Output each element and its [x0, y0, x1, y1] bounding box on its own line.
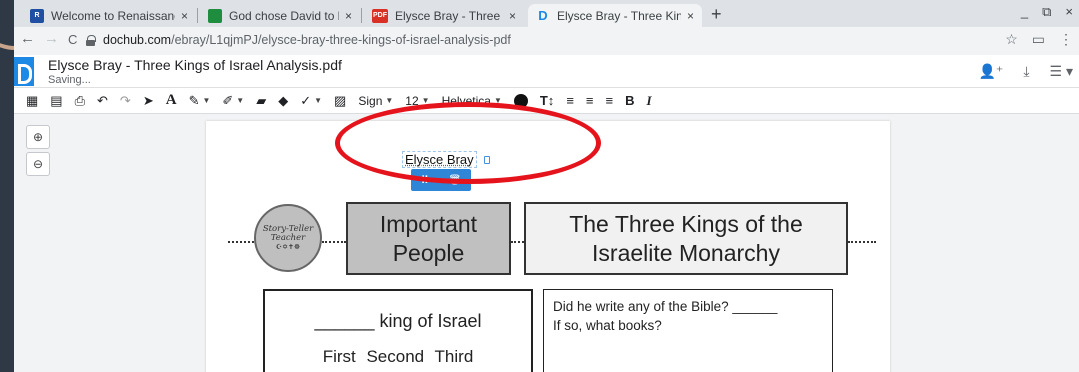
highlight-tool[interactable]: ✐ ▼ — [222, 93, 244, 109]
pen-icon: ✎ — [188, 92, 200, 108]
dotted-divider — [511, 241, 524, 243]
share-user-icon[interactable]: 👤⁺ — [979, 63, 1004, 80]
check-icon: ✓ — [300, 92, 312, 108]
chrome-menu-icon[interactable]: ⋮ — [1059, 31, 1073, 48]
sign-button[interactable]: Sign ▼ — [358, 94, 393, 108]
app-header: Elysce Bray - Three Kings of Israel Anal… — [14, 55, 1079, 88]
tab-renaissance[interactable]: R Welcome to Renaissance Place × — [22, 4, 196, 27]
tab-close-icon[interactable]: × — [509, 9, 516, 23]
bible-question: Did he write any of the Bible? ______ — [553, 299, 778, 314]
check-tool[interactable]: ✓ ▼ — [300, 93, 322, 109]
tab-close-icon[interactable]: × — [345, 9, 352, 23]
tab-separator — [361, 8, 362, 23]
tab-title: Welcome to Renaissance Place — [51, 8, 175, 23]
heading-line: Important — [379, 211, 478, 237]
dotted-divider — [848, 241, 876, 243]
browser-actions: ☆ ▭ ⋮ — [1005, 31, 1073, 48]
zoom-out-button[interactable]: ⊖ — [26, 152, 50, 176]
chevron-down-icon: ▼ — [202, 96, 211, 105]
close-window-button[interactable]: × — [1065, 4, 1073, 20]
comment-icon[interactable]: ▰ — [256, 93, 266, 109]
pen-tool[interactable]: ✎ ▼ — [189, 93, 211, 109]
tab-title: Elysce Bray - Three Kings of Isra — [395, 8, 503, 23]
tab-dochub-active[interactable]: D Elysce Bray - Three Kings of Isra × — [528, 4, 702, 27]
align-right-icon[interactable]: ≡ — [606, 93, 614, 108]
story-teller-teacher-logo: Story-Teller Teacher ☪✡✝☸ — [254, 204, 322, 272]
dochub-logo-icon[interactable] — [14, 57, 34, 86]
tab-close-icon[interactable]: × — [181, 9, 188, 23]
undo-icon[interactable]: ↶ — [97, 93, 108, 109]
browser-window: R Welcome to Renaissance Place × God cho… — [14, 0, 1079, 372]
tab-title: Elysce Bray - Three Kings of Isra — [557, 8, 681, 23]
sign-label: Sign — [358, 93, 383, 108]
eraser-icon[interactable]: ◆ — [278, 93, 288, 109]
url-host: dochub.com — [103, 33, 172, 47]
cast-icon[interactable]: ▭ — [1032, 31, 1045, 48]
new-tab-button[interactable]: + — [711, 4, 722, 25]
heading-line: People — [392, 240, 465, 266]
tab-pdf[interactable]: PDF Elysce Bray - Three Kings of Isra × — [364, 4, 524, 27]
pages-icon[interactable]: ▤ — [50, 93, 62, 109]
chevron-down-icon: ▼ — [385, 96, 394, 105]
download-icon[interactable]: ⤓ — [1023, 63, 1029, 80]
window-controls: _ ⧉ × — [1021, 4, 1073, 20]
three-kings-title-box: The Three Kings of the Israelite Monarch… — [524, 202, 848, 275]
king-of-israel-box: ______ king of Israel First Second Third — [263, 289, 533, 372]
important-people-box: Important People — [346, 202, 511, 275]
heading-line: The Three Kings of the — [569, 211, 803, 237]
dotted-divider — [228, 241, 254, 243]
heading-line: Israelite Monarchy — [592, 240, 780, 266]
bible-question: If so, what books? — [553, 318, 662, 333]
save-status: Saving... — [48, 74, 91, 86]
back-button[interactable]: ← — [20, 30, 35, 47]
menu-icon[interactable]: ☰ ▾ — [1050, 63, 1073, 80]
tab-separator — [197, 8, 198, 23]
reload-button[interactable]: C — [68, 32, 77, 47]
tab-god-chose-david[interactable]: God chose David to lead Israel p × — [200, 4, 360, 27]
align-left-icon[interactable]: ≡ — [566, 93, 574, 108]
highlighter-icon: ✐ — [222, 92, 234, 108]
url-path: /ebray/L1qjmPJ/elysce-bray-three-kings-o… — [171, 33, 511, 47]
restore-button[interactable]: ⧉ — [1042, 4, 1051, 20]
pdf-favicon-icon: PDF — [372, 8, 388, 23]
text-size-icon[interactable]: T↕ — [540, 93, 554, 108]
logo-text: Teacher — [270, 232, 306, 243]
chevron-down-icon: ▼ — [314, 96, 323, 105]
religion-symbols-icon: ☪✡✝☸ — [275, 244, 301, 251]
text-tool-icon[interactable]: A — [166, 92, 177, 109]
tab-strip: R Welcome to Renaissance Place × God cho… — [14, 0, 1079, 27]
minimize-button[interactable]: _ — [1021, 4, 1028, 20]
zoom-in-button[interactable]: ⊕ — [26, 125, 50, 149]
grid-icon[interactable]: ▦ — [26, 93, 38, 109]
bookmark-star-icon[interactable]: ☆ — [1005, 31, 1018, 48]
redo-icon[interactable]: ↷ — [120, 93, 131, 109]
king-of-israel-text: ______ king of Israel — [314, 311, 482, 331]
forward-button[interactable]: → — [44, 30, 59, 47]
dotted-divider — [322, 241, 346, 243]
dochub-favicon-icon: D — [538, 8, 548, 23]
tab-title: God chose David to lead Israel p — [229, 8, 339, 23]
address-bar[interactable]: dochub.com /ebray/L1qjmPJ/elysce-bray-th… — [86, 29, 1026, 51]
renaissance-favicon-icon: R — [30, 8, 44, 23]
image-icon[interactable]: ▨ — [334, 93, 346, 109]
navigation-bar: ← → C dochub.com /ebray/L1qjmPJ/elysce-b… — [14, 27, 1079, 55]
print-icon[interactable]: ⎙ — [75, 93, 85, 109]
king-ordinals: First Second Third — [322, 347, 474, 366]
align-center-icon[interactable]: ≡ — [586, 93, 594, 108]
document-title[interactable]: Elysce Bray - Three Kings of Israel Anal… — [48, 57, 342, 73]
tab-close-icon[interactable]: × — [687, 9, 694, 23]
italic-button[interactable]: I — [646, 93, 651, 109]
bible-question-box: Did he write any of the Bible? ______ If… — [543, 289, 833, 372]
slides-favicon-icon — [208, 8, 222, 23]
select-tool-icon[interactable]: ➤ — [143, 93, 154, 109]
bold-button[interactable]: B — [625, 93, 634, 108]
lock-icon — [86, 34, 96, 46]
red-annotation-circle — [335, 102, 601, 184]
header-actions: 👤⁺ ⤓ ☰ ▾ — [979, 63, 1074, 80]
chevron-down-icon: ▼ — [236, 96, 245, 105]
